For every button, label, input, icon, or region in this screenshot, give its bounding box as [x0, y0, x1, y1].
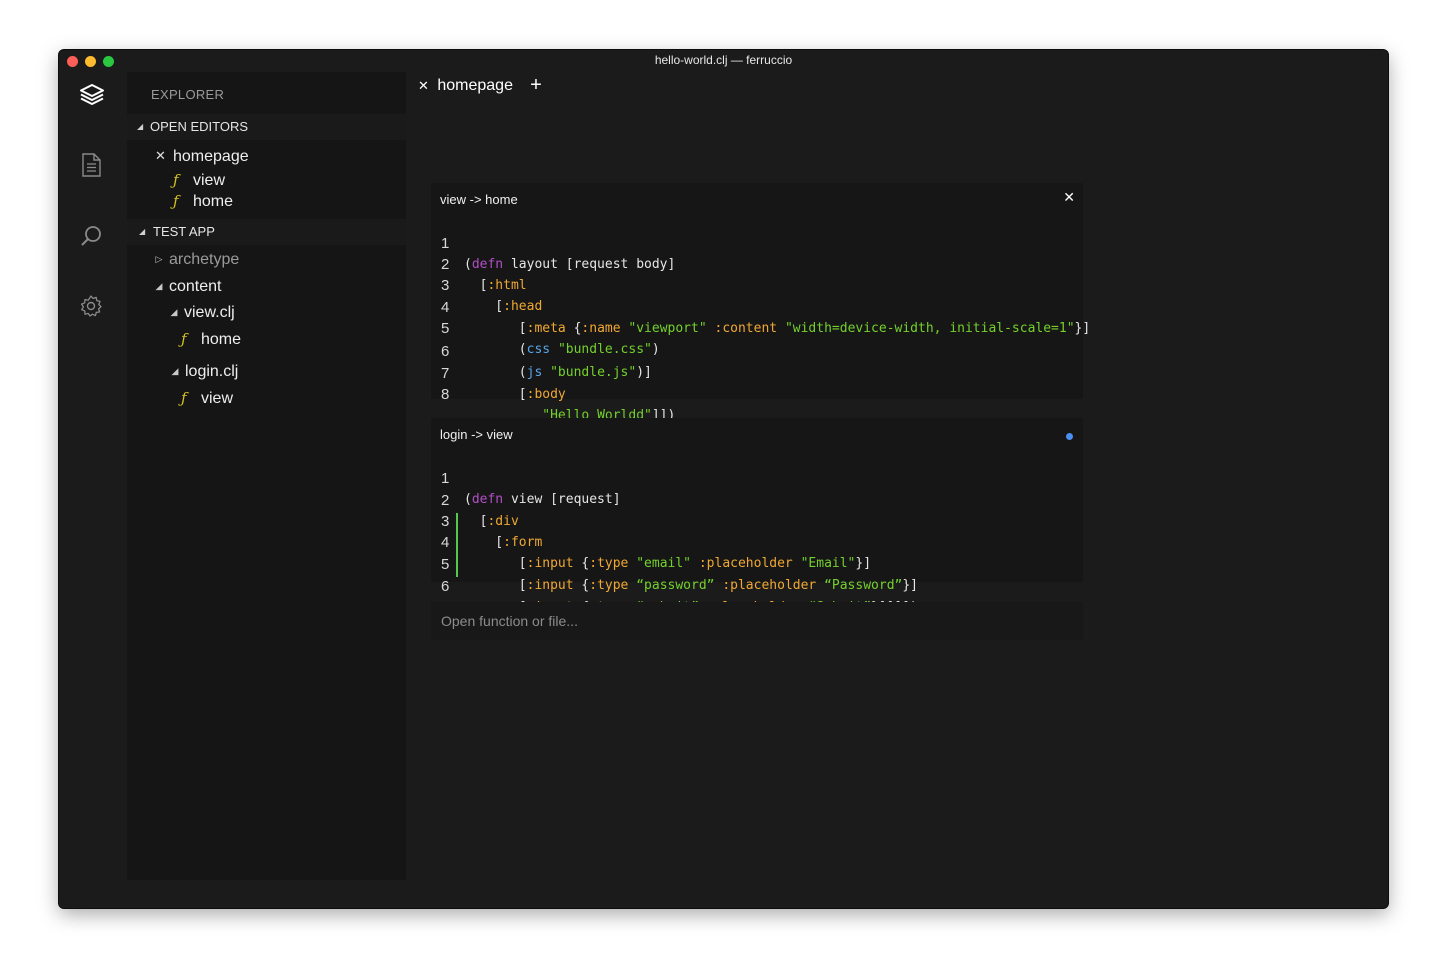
expanded-triangle-icon: ◢ [155, 281, 163, 291]
settings-icon[interactable] [79, 294, 103, 318]
minimize-window-button[interactable] [85, 56, 96, 67]
tab-bar: ✕ homepage + [406, 72, 1388, 104]
expanded-triangle-icon: ◢ [171, 366, 179, 376]
tree-folder-archetype[interactable]: ▷ archetype [151, 248, 240, 270]
code-line: 3 [:head [431, 254, 542, 314]
open-function-or-file-box [431, 602, 1083, 640]
expanded-triangle-icon: ◢ [170, 307, 178, 317]
close-tab-icon[interactable]: ✕ [418, 78, 429, 93]
tree-function-view[interactable]: ƒ view [181, 387, 233, 409]
open-editor-homepage[interactable]: ✕ homepage [155, 145, 249, 167]
explorer-sidebar: EXPLORER ◢ OPEN EDITORS ✕ homepage ƒ view … [127, 72, 406, 880]
collapsed-triangle-icon: ▷ [155, 254, 163, 264]
code-line: 5 [:input {:type “password” :placeholder… [431, 533, 918, 593]
open-editor-label: homepage [173, 148, 249, 165]
open-editors-label: OPEN EDITORS [150, 119, 249, 134]
code-line: 1 (defn layout [request body] [431, 212, 675, 272]
tree-item-label: archetype [169, 251, 240, 268]
window-title: hello-world.clj — ferruccio [654, 53, 793, 67]
tree-item-label: home [201, 331, 242, 348]
expanded-triangle-icon: ◢ [137, 122, 144, 131]
line-number: 8 [441, 386, 450, 403]
close-panel-icon[interactable]: ✕ [1063, 189, 1075, 206]
tree-item-label: content [169, 278, 222, 295]
app-window: hello-world.clj — ferruccio EXPLORER ◢ O… [59, 50, 1388, 908]
layers-icon[interactable] [79, 82, 104, 106]
tree-item-label: view [201, 390, 234, 407]
tree-item-label: login.clj [185, 363, 239, 380]
tree-item-label: view.clj [184, 304, 235, 321]
panel-title: login -> view [440, 427, 513, 442]
activity-bar [59, 72, 127, 908]
code-text: [:input {:type "email" :placeholder "Ema… [464, 556, 872, 571]
code-line: 2 [:div [431, 469, 519, 529]
tree-folder-content[interactable]: ◢ content [151, 275, 222, 297]
new-tab-button[interactable]: + [526, 72, 546, 104]
open-editor-function-view[interactable]: ƒ view [173, 169, 225, 191]
code-line: 3 [:form [431, 490, 542, 550]
function-icon: ƒ [181, 330, 187, 348]
code-line: 1 (defn view [request] [431, 447, 621, 507]
code-panel-login-view: login -> view 1 (defn view [request] 2 [… [431, 418, 1083, 615]
code-line: 7 [:body [431, 342, 566, 402]
zoom-window-button[interactable] [103, 56, 114, 67]
tab-label: homepage [437, 77, 513, 94]
function-icon: ƒ [181, 389, 187, 407]
explorer-title: EXPLORER [151, 87, 225, 102]
panel-title: view -> home [440, 192, 518, 207]
close-window-button[interactable] [67, 56, 78, 67]
function-icon: ƒ [173, 192, 179, 210]
code-panel-view-home: view -> home ✕ 1 (defn layout [request b… [431, 183, 1090, 423]
code-line: 6 [:input {:type “submit” :placeholder “… [431, 555, 918, 615]
test-app-label: TEST APP [153, 224, 215, 239]
expanded-triangle-icon: ◢ [139, 227, 146, 236]
search-icon[interactable] [79, 224, 103, 248]
tree-file-view-clj[interactable]: ◢ view.clj [166, 301, 235, 323]
code-line: 4 [:meta {:name "viewport" :content "wid… [431, 276, 1090, 336]
close-editor-icon[interactable]: ✕ [155, 145, 167, 167]
function-label: home [193, 193, 234, 210]
file-icon[interactable] [79, 152, 103, 177]
function-icon: ƒ [173, 171, 179, 189]
editor-area: ✕ homepage + view -> home ✕ 1 (defn layo… [406, 72, 1388, 908]
code-line: 4 [:input {:type "email" :placeholder "E… [431, 511, 871, 571]
code-text: [:input {:type “password” :placeholder “… [464, 578, 919, 593]
title-bar: hello-world.clj — ferruccio [59, 50, 1388, 72]
test-app-header[interactable]: ◢ TEST APP [127, 219, 406, 245]
function-label: view [193, 172, 226, 189]
open-editors-header[interactable]: ◢ OPEN EDITORS [127, 114, 406, 140]
unsaved-dot-icon [1066, 433, 1073, 440]
code-line: 2 [:html [431, 233, 527, 293]
open-editor-function-home[interactable]: ƒ home [173, 190, 233, 212]
code-line: 6 (js "bundle.js")] [431, 320, 652, 380]
tree-file-login-clj[interactable]: ◢ login.clj [167, 360, 239, 382]
tree-function-home[interactable]: ƒ home [181, 328, 241, 350]
code-line: 5 (css "bundle.css") [431, 297, 660, 357]
tab-homepage[interactable]: ✕ homepage [406, 72, 525, 104]
open-function-or-file-input[interactable] [431, 602, 1083, 640]
code-text: [:meta {:name "viewport" :content "width… [464, 321, 1091, 336]
line-number: 6 [441, 578, 450, 595]
code-line: 8 "Hello Worldd"]]) [431, 363, 675, 423]
